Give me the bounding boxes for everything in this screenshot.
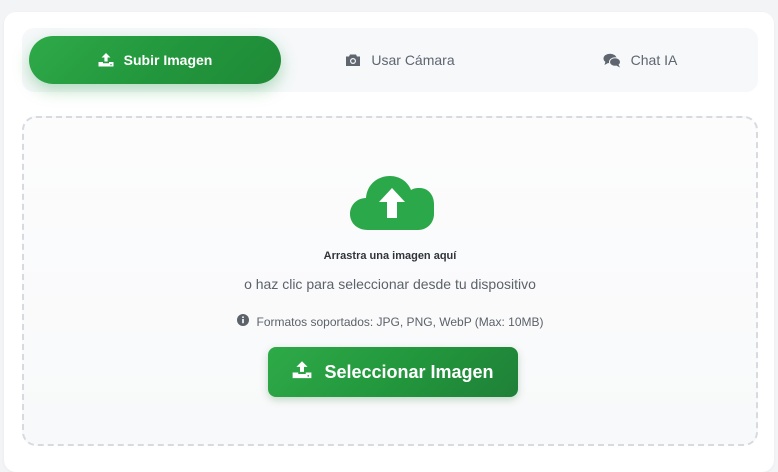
info-icon <box>236 314 249 329</box>
tab-bar: Subir Imagen Usar Cámara Chat IA <box>22 28 758 92</box>
tab-label: Subir Imagen <box>123 52 213 68</box>
dropzone-subtitle: o haz clic para seleccionar desde tu dis… <box>244 276 536 292</box>
cloud-upload-icon <box>350 176 434 230</box>
upload-icon <box>98 53 114 67</box>
image-dropzone[interactable]: Arrastra una imagen aquí o haz clic para… <box>22 116 758 446</box>
formats-text: Formatos soportados: JPG, PNG, WebP (Max… <box>256 314 544 329</box>
dropzone-title: Arrastra una imagen aquí <box>323 250 457 262</box>
upload-card: Subir Imagen Usar Cámara Chat IA Arrastr… <box>4 12 774 472</box>
camera-icon <box>345 53 361 67</box>
select-image-button[interactable]: Seleccionar Imagen <box>268 347 518 397</box>
tab-label: Usar Cámara <box>371 52 455 68</box>
tab-subir-imagen[interactable]: Subir Imagen <box>29 36 281 84</box>
tab-chat-ia[interactable]: Chat IA <box>514 36 766 84</box>
select-image-label: Seleccionar Imagen <box>324 361 494 382</box>
tab-label: Chat IA <box>630 52 678 68</box>
upload-icon <box>292 360 312 384</box>
chat-icon <box>603 53 621 68</box>
supported-formats: Formatos soportados: JPG, PNG, WebP (Max… <box>24 314 756 329</box>
tab-usar-camara[interactable]: Usar Cámara <box>274 36 526 84</box>
